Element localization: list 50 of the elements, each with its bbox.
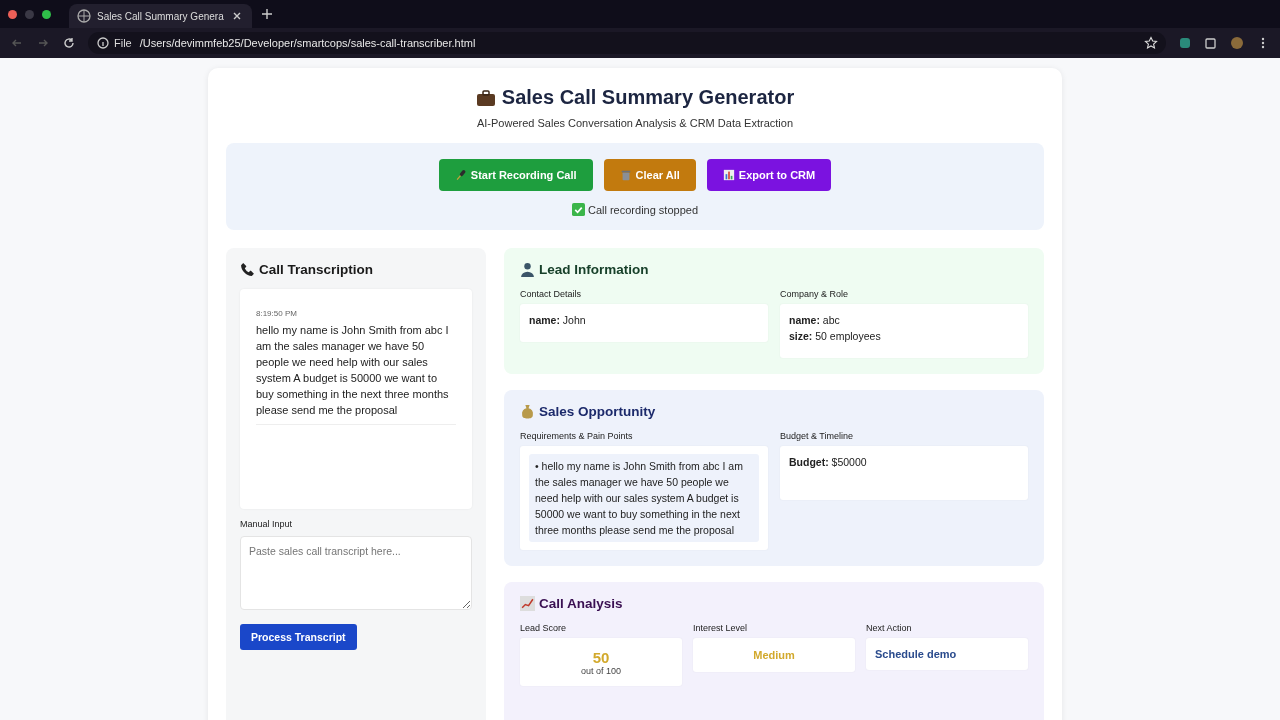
timestamp: 8:19:50 PM	[256, 309, 298, 318]
status-text: Call recording stopped	[587, 203, 699, 216]
app-subtitle: AI-Powered Sales Conversation Analysis & CRM Data Extraction	[475, 117, 795, 129]
info-box: name: abc size: 50 employees	[780, 304, 1028, 358]
process-button[interactable]: Process Transcript	[240, 624, 357, 650]
person-icon	[520, 262, 535, 277]
briefcase-icon	[475, 88, 496, 107]
transcript-input[interactable]: Paste sales call transcript here...	[240, 536, 472, 610]
field-label: Interest Level	[693, 623, 749, 633]
microphone-icon	[454, 169, 467, 181]
section-title: Lead Information	[539, 262, 649, 277]
phone-icon	[240, 262, 255, 277]
star-icon[interactable]	[1144, 36, 1158, 50]
address-bar[interactable]: File /Users/devimmfeb25/Developer/smartcops/sales-call-transcriber.html	[88, 32, 1166, 54]
info-box: name: John	[520, 304, 768, 342]
line-chart-icon	[520, 596, 535, 611]
next-action: Schedule demo	[875, 648, 957, 660]
reload-icon[interactable]	[62, 36, 76, 50]
requirement-text: • hello my name is John Smith from abc I am the sales manager we have 50 people we need help with our sales system A budget is 50000 we want to buy something in the next three months please send me the proposal	[529, 454, 759, 542]
checkmark-icon	[571, 203, 585, 216]
window-zoom-button[interactable]	[42, 9, 51, 19]
browser-tab[interactable]: Sales Call Summary Genera	[69, 4, 252, 28]
field-label: Requirements & Pain Points	[520, 431, 634, 441]
score-caption: out of 100	[580, 665, 621, 676]
action-button[interactable]: Export to CRM	[706, 159, 832, 191]
bar-chart-icon	[722, 169, 735, 181]
window-close-button[interactable]	[8, 9, 17, 19]
file-label: File	[114, 37, 132, 49]
info-box: Budget: $50000	[780, 446, 1028, 500]
field-label: Contact Details	[520, 289, 583, 299]
lead-score: 50	[592, 648, 610, 666]
field-label: Manual Input	[240, 519, 294, 529]
money-bag-icon	[520, 404, 535, 419]
trash-icon	[619, 169, 632, 181]
field-label: Next Action	[866, 623, 913, 633]
field-label: Company & Role	[780, 289, 850, 299]
section-title: Call Transcription	[259, 262, 374, 277]
interest-level: Medium	[753, 649, 795, 661]
globe-icon	[77, 9, 91, 23]
transcript-text: hello my name is John Smith from abc I am the sales manager we have 50 people we need help with our sales system A budget is 50000 we want to buy something in the next three months please send me the proposal	[256, 323, 450, 418]
field-label: Lead Score	[520, 623, 568, 633]
avatar-icon[interactable]	[1230, 36, 1244, 50]
new-tab-icon[interactable]	[259, 7, 274, 21]
section-title: Call Analysis	[539, 596, 623, 611]
section-title: Sales Opportunity	[539, 404, 656, 419]
info-icon	[96, 36, 110, 50]
field-label: Budget & Timeline	[780, 431, 855, 441]
app-title: Sales Call Summary Generator	[501, 86, 795, 109]
url-text: /Users/devimmfeb25/Developer/smartcops/sales-call-transcriber.html	[139, 37, 476, 49]
extension-icon[interactable]	[1178, 36, 1192, 50]
